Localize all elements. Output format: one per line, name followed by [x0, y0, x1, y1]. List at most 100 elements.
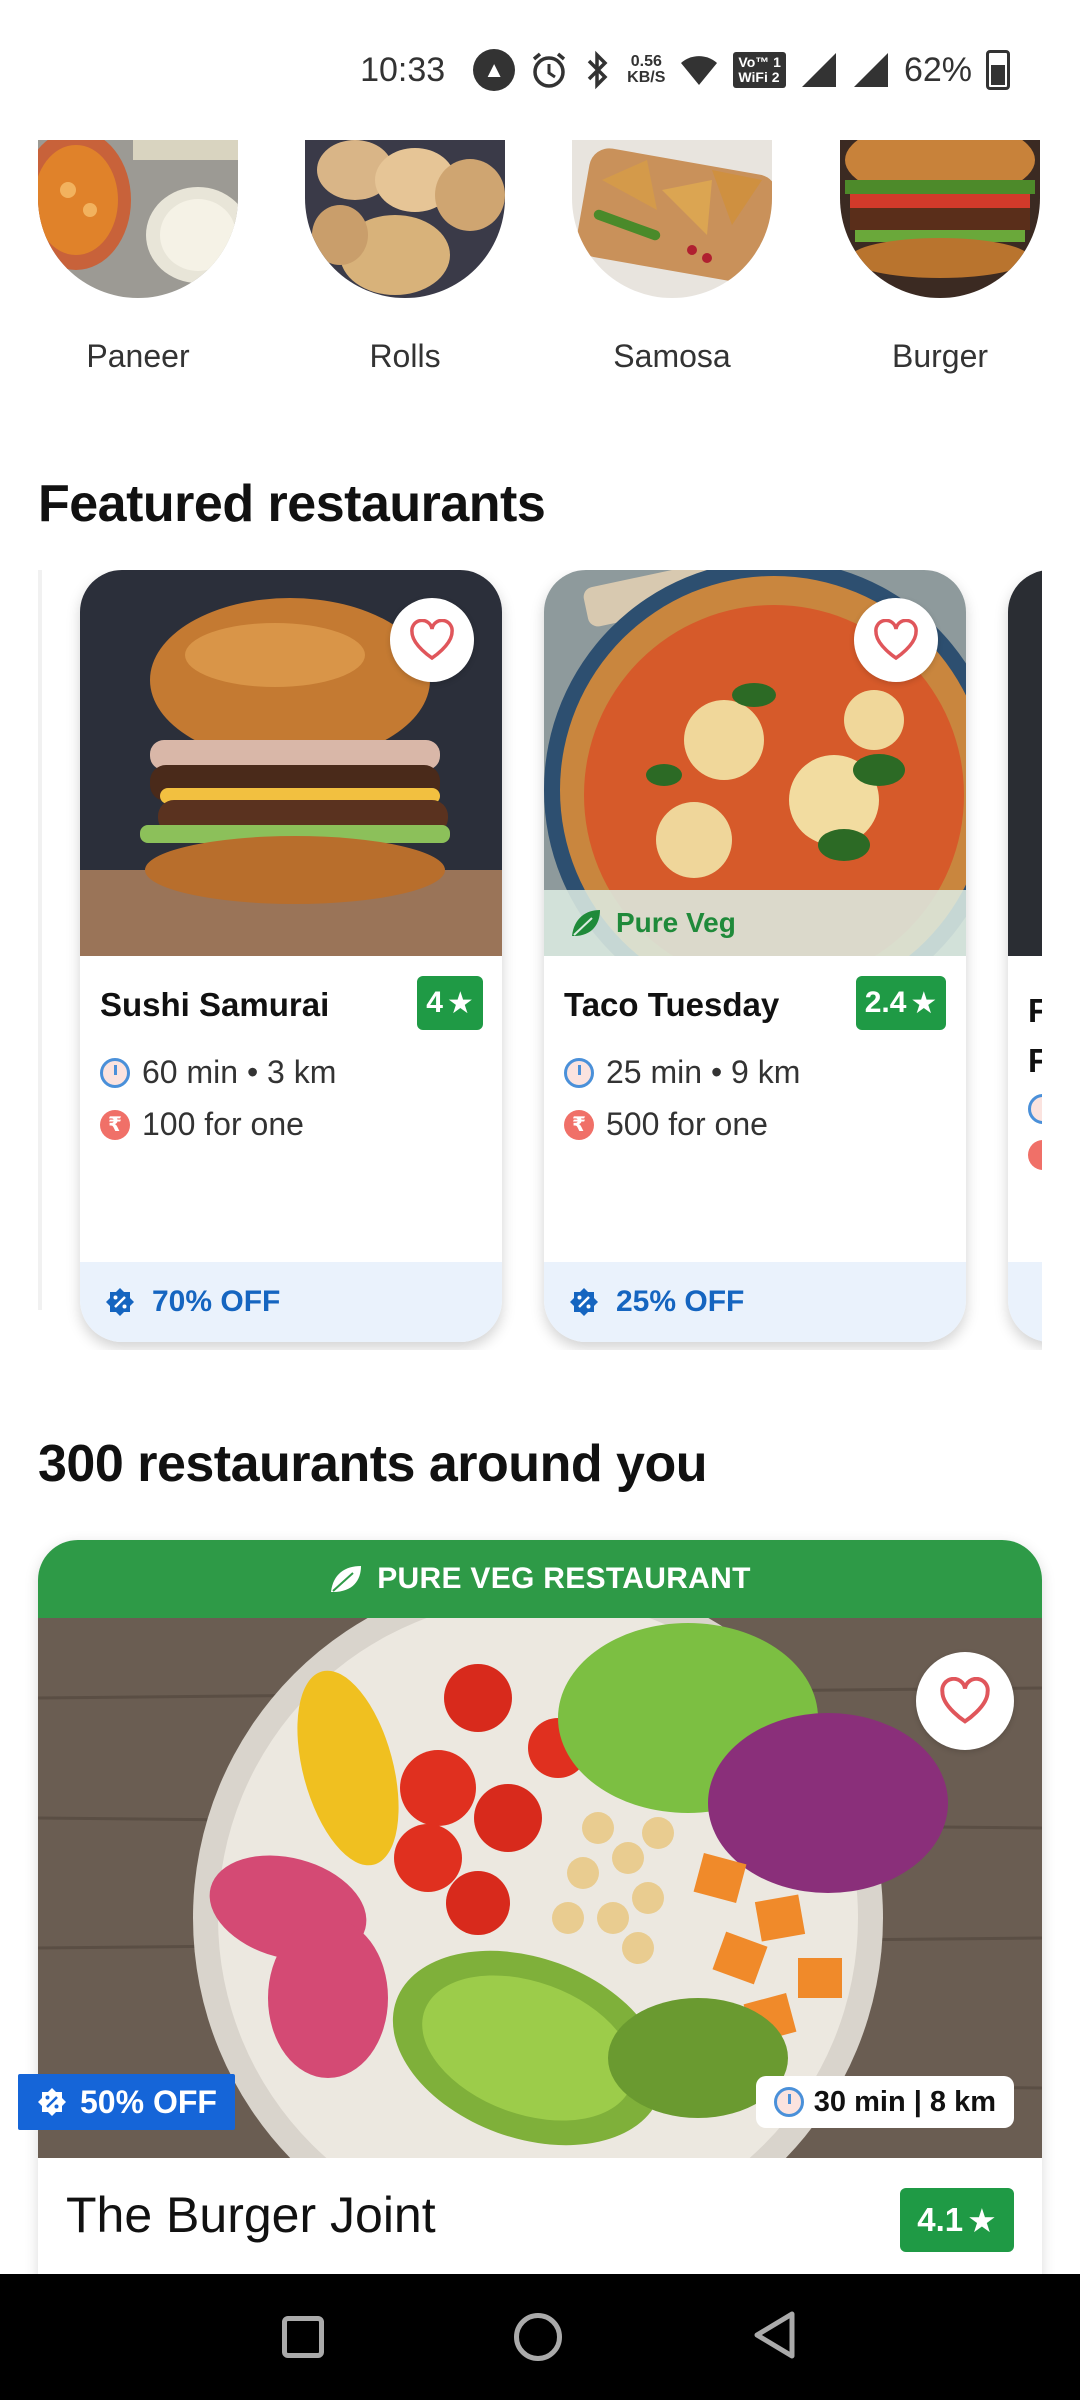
alarm-icon	[529, 50, 569, 90]
heart-icon	[940, 1677, 990, 1724]
signal-icon	[800, 51, 838, 89]
pure-veg-label: Pure Veg	[616, 907, 736, 938]
discount-text: 50% OFF	[80, 2083, 217, 2120]
battery-icon	[986, 50, 1010, 90]
offer-text: 25% OFF	[616, 1285, 745, 1318]
category-label: Samosa	[613, 338, 731, 374]
category-burger[interactable]: Burger	[840, 140, 1040, 375]
volte-label-2: WiFi 2	[738, 69, 780, 85]
offer-strip: 70% OFF	[80, 1262, 502, 1342]
app-notification-icon: ▲	[473, 49, 516, 91]
samosa-image	[572, 140, 772, 298]
timer-icon	[1028, 1094, 1042, 1124]
time-distance	[1028, 1094, 1042, 1124]
rating-badge: 4 ★	[417, 976, 483, 1030]
category-samosa[interactable]: Samosa	[572, 140, 772, 375]
category-paneer[interactable]: Paneer	[38, 140, 238, 375]
rating-badge: 2.4 ★	[856, 976, 946, 1030]
previous-card-edge	[38, 570, 42, 1310]
star-icon: ★	[910, 986, 938, 1020]
timer-icon	[773, 2087, 804, 2117]
discount-icon	[106, 1288, 134, 1316]
featured-card[interactable]: Sushi Samurai 4 ★ 60 min • 3 km ₹ 100 for…	[80, 570, 502, 1342]
rating-value: 4	[426, 986, 443, 1019]
pure-veg-strip: Pure Veg	[544, 890, 966, 956]
favorite-button[interactable]	[390, 598, 474, 682]
offer-text: 70% OFF	[152, 1285, 281, 1318]
restaurant-name: Sushi Samurai	[100, 986, 330, 1023]
time-distance-pill: 30 min | 8 km	[755, 2076, 1014, 2128]
rupee-icon: ₹	[100, 1109, 130, 1140]
status-time: 10:33	[360, 50, 446, 89]
restaurant-name-line1: F	[1028, 992, 1042, 1029]
offer-strip: 25% OFF	[544, 1262, 966, 1342]
price-text: 100 for one	[142, 1106, 304, 1142]
time-distance-text: 30 min | 8 km	[813, 2085, 996, 2118]
leaf-icon	[572, 910, 600, 936]
home-button[interactable]	[514, 2313, 562, 2361]
rating-value: 4.1	[917, 2201, 964, 2238]
restaurant-image	[80, 570, 502, 956]
bluetooth-icon	[583, 49, 613, 91]
timer-icon	[564, 1057, 594, 1088]
restaurant-name: Taco Tuesday	[564, 986, 780, 1023]
featured-title: Featured restaurants	[38, 475, 546, 533]
signal-icon-2	[852, 51, 890, 89]
net-speed-unit: KB/S	[627, 69, 666, 86]
time-distance: 25 min • 9 km	[564, 1054, 800, 1091]
system-nav-bar	[0, 2274, 1080, 2400]
net-speed-value: 0.56	[630, 53, 662, 70]
price-text: 500 for one	[606, 1106, 768, 1142]
price-for-one: ₹ 100 for one	[100, 1106, 304, 1143]
restaurant-image: Pure Veg	[544, 570, 966, 956]
restaurant-name-line2: F	[1028, 1042, 1042, 1079]
back-icon	[754, 2311, 795, 2358]
back-button[interactable]	[752, 2310, 798, 2365]
time-distance-text: 25 min • 9 km	[606, 1054, 801, 1090]
burger-image	[840, 140, 1040, 298]
wifi-icon	[679, 53, 719, 87]
discount-tag: 50% OFF	[18, 2074, 235, 2130]
volte-label-1: Vo™ 1	[738, 54, 781, 70]
star-icon: ★	[446, 986, 474, 1020]
price-for-one	[1028, 1140, 1042, 1170]
favorite-button[interactable]	[854, 598, 938, 682]
category-rolls[interactable]: Rolls	[305, 140, 505, 375]
restaurant-image	[1008, 570, 1042, 956]
category-label: Rolls	[369, 338, 441, 374]
category-label: Burger	[891, 338, 989, 374]
featured-card[interactable]: F F	[1008, 570, 1042, 1342]
rating-value: 2.4	[864, 986, 907, 1019]
rupee-icon	[1028, 1140, 1042, 1170]
nearby-title: 300 restaurants around you	[38, 1435, 708, 1493]
heart-icon	[410, 619, 454, 661]
rating-badge: 4.1 ★	[900, 2188, 1014, 2252]
featured-carousel[interactable]: Sushi Samurai 4 ★ 60 min • 3 km ₹ 100 for…	[38, 570, 1042, 1350]
status-bar: 10:33 ▲ 0.56 KB/S Vo™ 1 WiFi 2 62%	[0, 0, 1080, 140]
price-for-one: ₹ 500 for one	[564, 1106, 768, 1143]
leaf-icon	[331, 1566, 362, 1592]
recent-apps-button[interactable]	[282, 2316, 324, 2358]
timer-icon	[100, 1057, 130, 1088]
star-icon: ★	[967, 2201, 997, 2239]
pure-veg-banner: PURE VEG RESTAURANT	[38, 1540, 1042, 1618]
rupee-icon: ₹	[564, 1109, 594, 1140]
discount-icon	[38, 2088, 66, 2116]
category-label: Paneer	[86, 338, 190, 374]
heart-icon	[874, 619, 918, 661]
favorite-button[interactable]	[916, 1652, 1014, 1750]
restaurant-card[interactable]: PURE VEG RESTAURANT 30 min | 8 km The Bu…	[38, 1540, 1042, 2280]
time-distance-text: 60 min • 3 km	[142, 1054, 337, 1090]
battery-percent: 62%	[903, 50, 972, 89]
restaurant-name: The Burger Joint	[66, 2187, 436, 2243]
time-distance: 60 min • 3 km	[100, 1054, 336, 1091]
paneer-image	[38, 140, 238, 298]
rolls-image	[305, 140, 505, 298]
restaurant-name: F F	[1028, 986, 1042, 1086]
discount-icon	[570, 1288, 598, 1316]
offer-strip	[1008, 1262, 1042, 1342]
featured-card[interactable]: Pure Veg Taco Tuesday 2.4 ★ 25 min • 9 km…	[544, 570, 966, 1342]
pure-veg-banner-text: PURE VEG RESTAURANT	[377, 1562, 751, 1595]
category-row: Paneer Rolls Samosa Burger	[0, 140, 1080, 380]
volte-badge: Vo™ 1 WiFi 2	[733, 52, 786, 88]
